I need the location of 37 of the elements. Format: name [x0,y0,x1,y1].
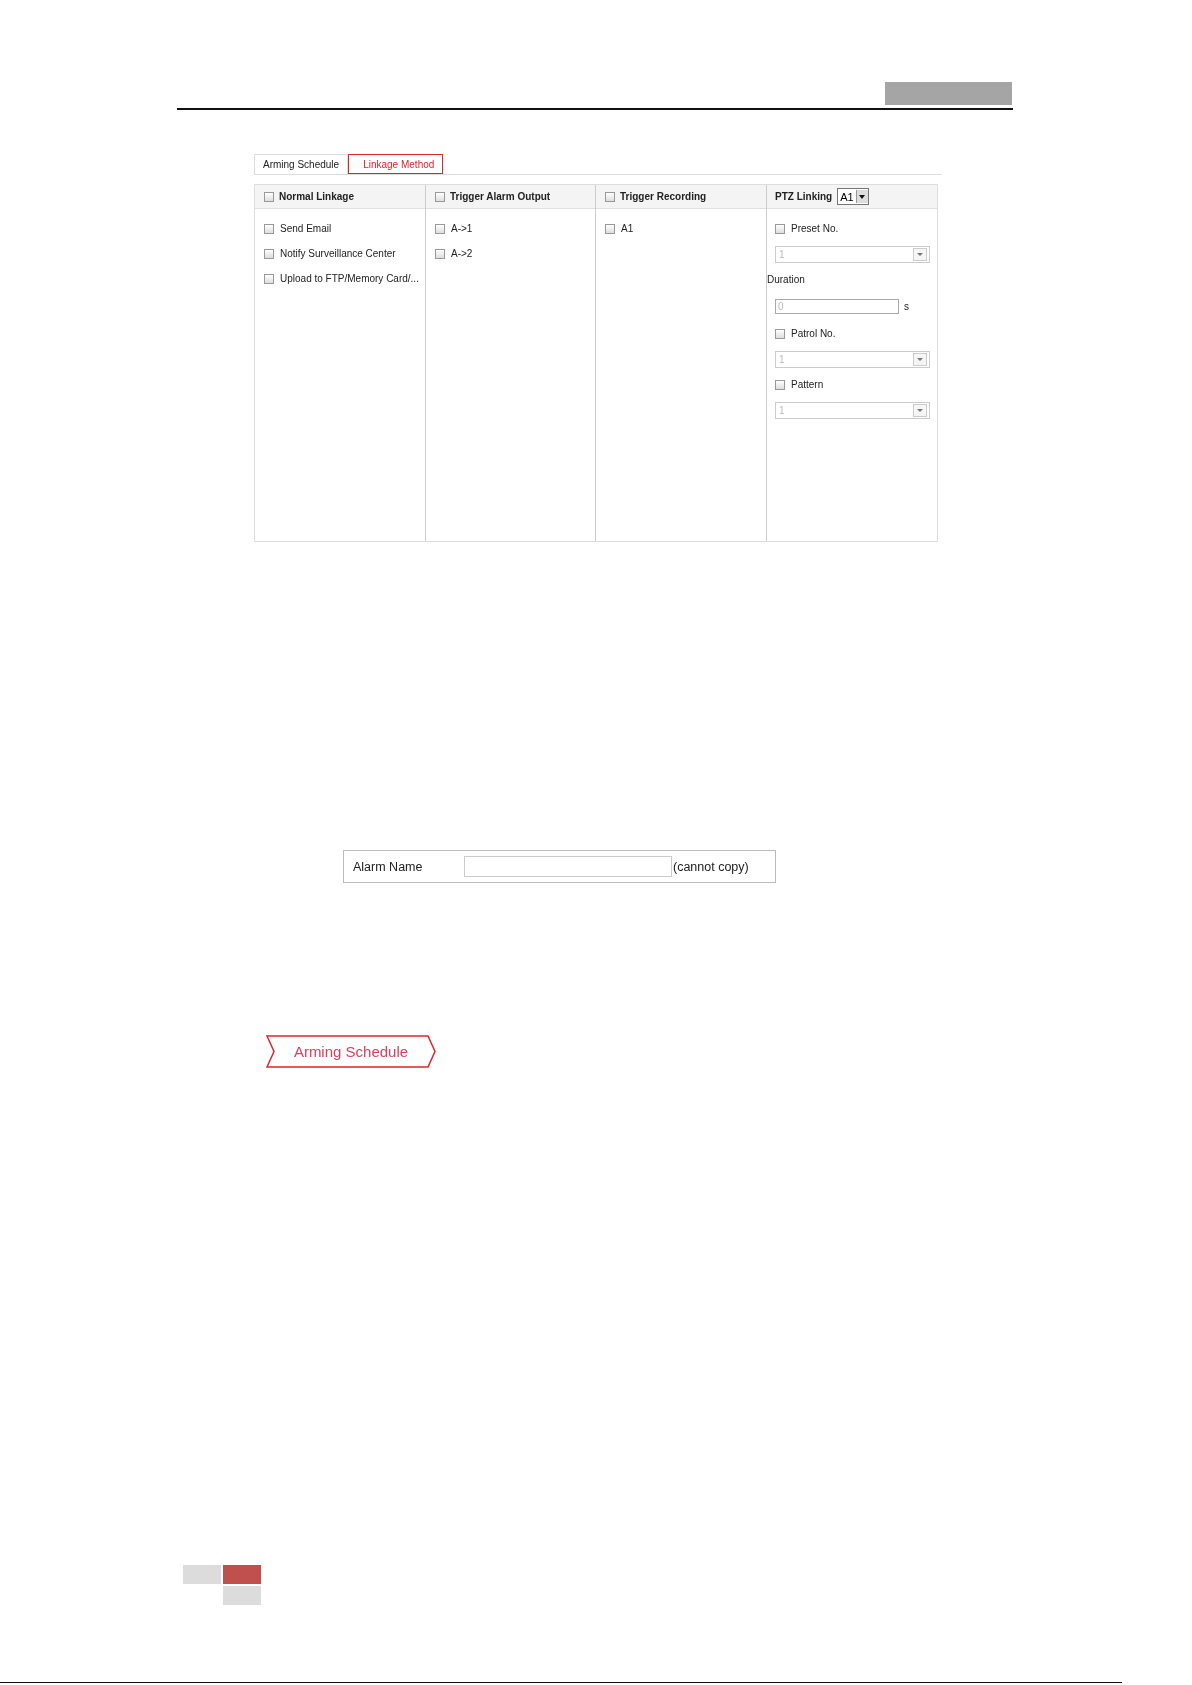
unit-label: s [904,300,909,312]
checkbox[interactable] [264,273,274,284]
column-header: PTZ Linking [775,191,833,202]
column-header: Trigger Alarm Output [450,191,551,202]
checkbox-label: A->2 [451,248,473,259]
checkbox[interactable] [435,191,445,202]
checkbox-label: A1 [621,223,634,234]
footer-block [223,1565,261,1584]
field-label: Duration [767,272,806,287]
footer-block [223,1586,261,1605]
checkbox[interactable] [775,223,785,234]
tab[interactable]: Linkage Method [348,154,444,174]
checkbox-label: Patrol No. [791,328,836,339]
checkbox[interactable] [435,248,445,259]
checkbox[interactable] [264,248,274,259]
checkbox[interactable] [435,223,445,234]
footer-block [183,1565,221,1584]
checkbox-label: Preset No. [791,223,839,234]
checkbox-label: A->1 [451,223,473,234]
alarm-name-field[interactable] [464,856,672,877]
column-header: Normal Linkage [279,191,355,202]
checkbox[interactable] [775,328,785,339]
checkbox-label: Notify Surveillance Center [280,248,396,259]
checkbox-label: Pattern [791,379,824,390]
checkbox-label: Upload to FTP/Memory Card/... [280,273,419,284]
checkbox[interactable] [605,223,615,234]
field-note: (cannot copy) [673,859,749,874]
checkbox-label: Send Email [280,223,332,234]
checkbox[interactable] [605,191,615,202]
tab[interactable]: Arming Schedule [254,154,349,174]
column-header: Trigger Recording [620,191,707,202]
checkbox[interactable] [264,191,274,202]
tab[interactable]: Arming Schedule [266,1035,436,1068]
checkbox[interactable] [264,223,274,234]
checkbox[interactable] [775,379,785,390]
field-label: Alarm Name [353,859,424,874]
channel-select[interactable]: A1 [837,188,869,205]
